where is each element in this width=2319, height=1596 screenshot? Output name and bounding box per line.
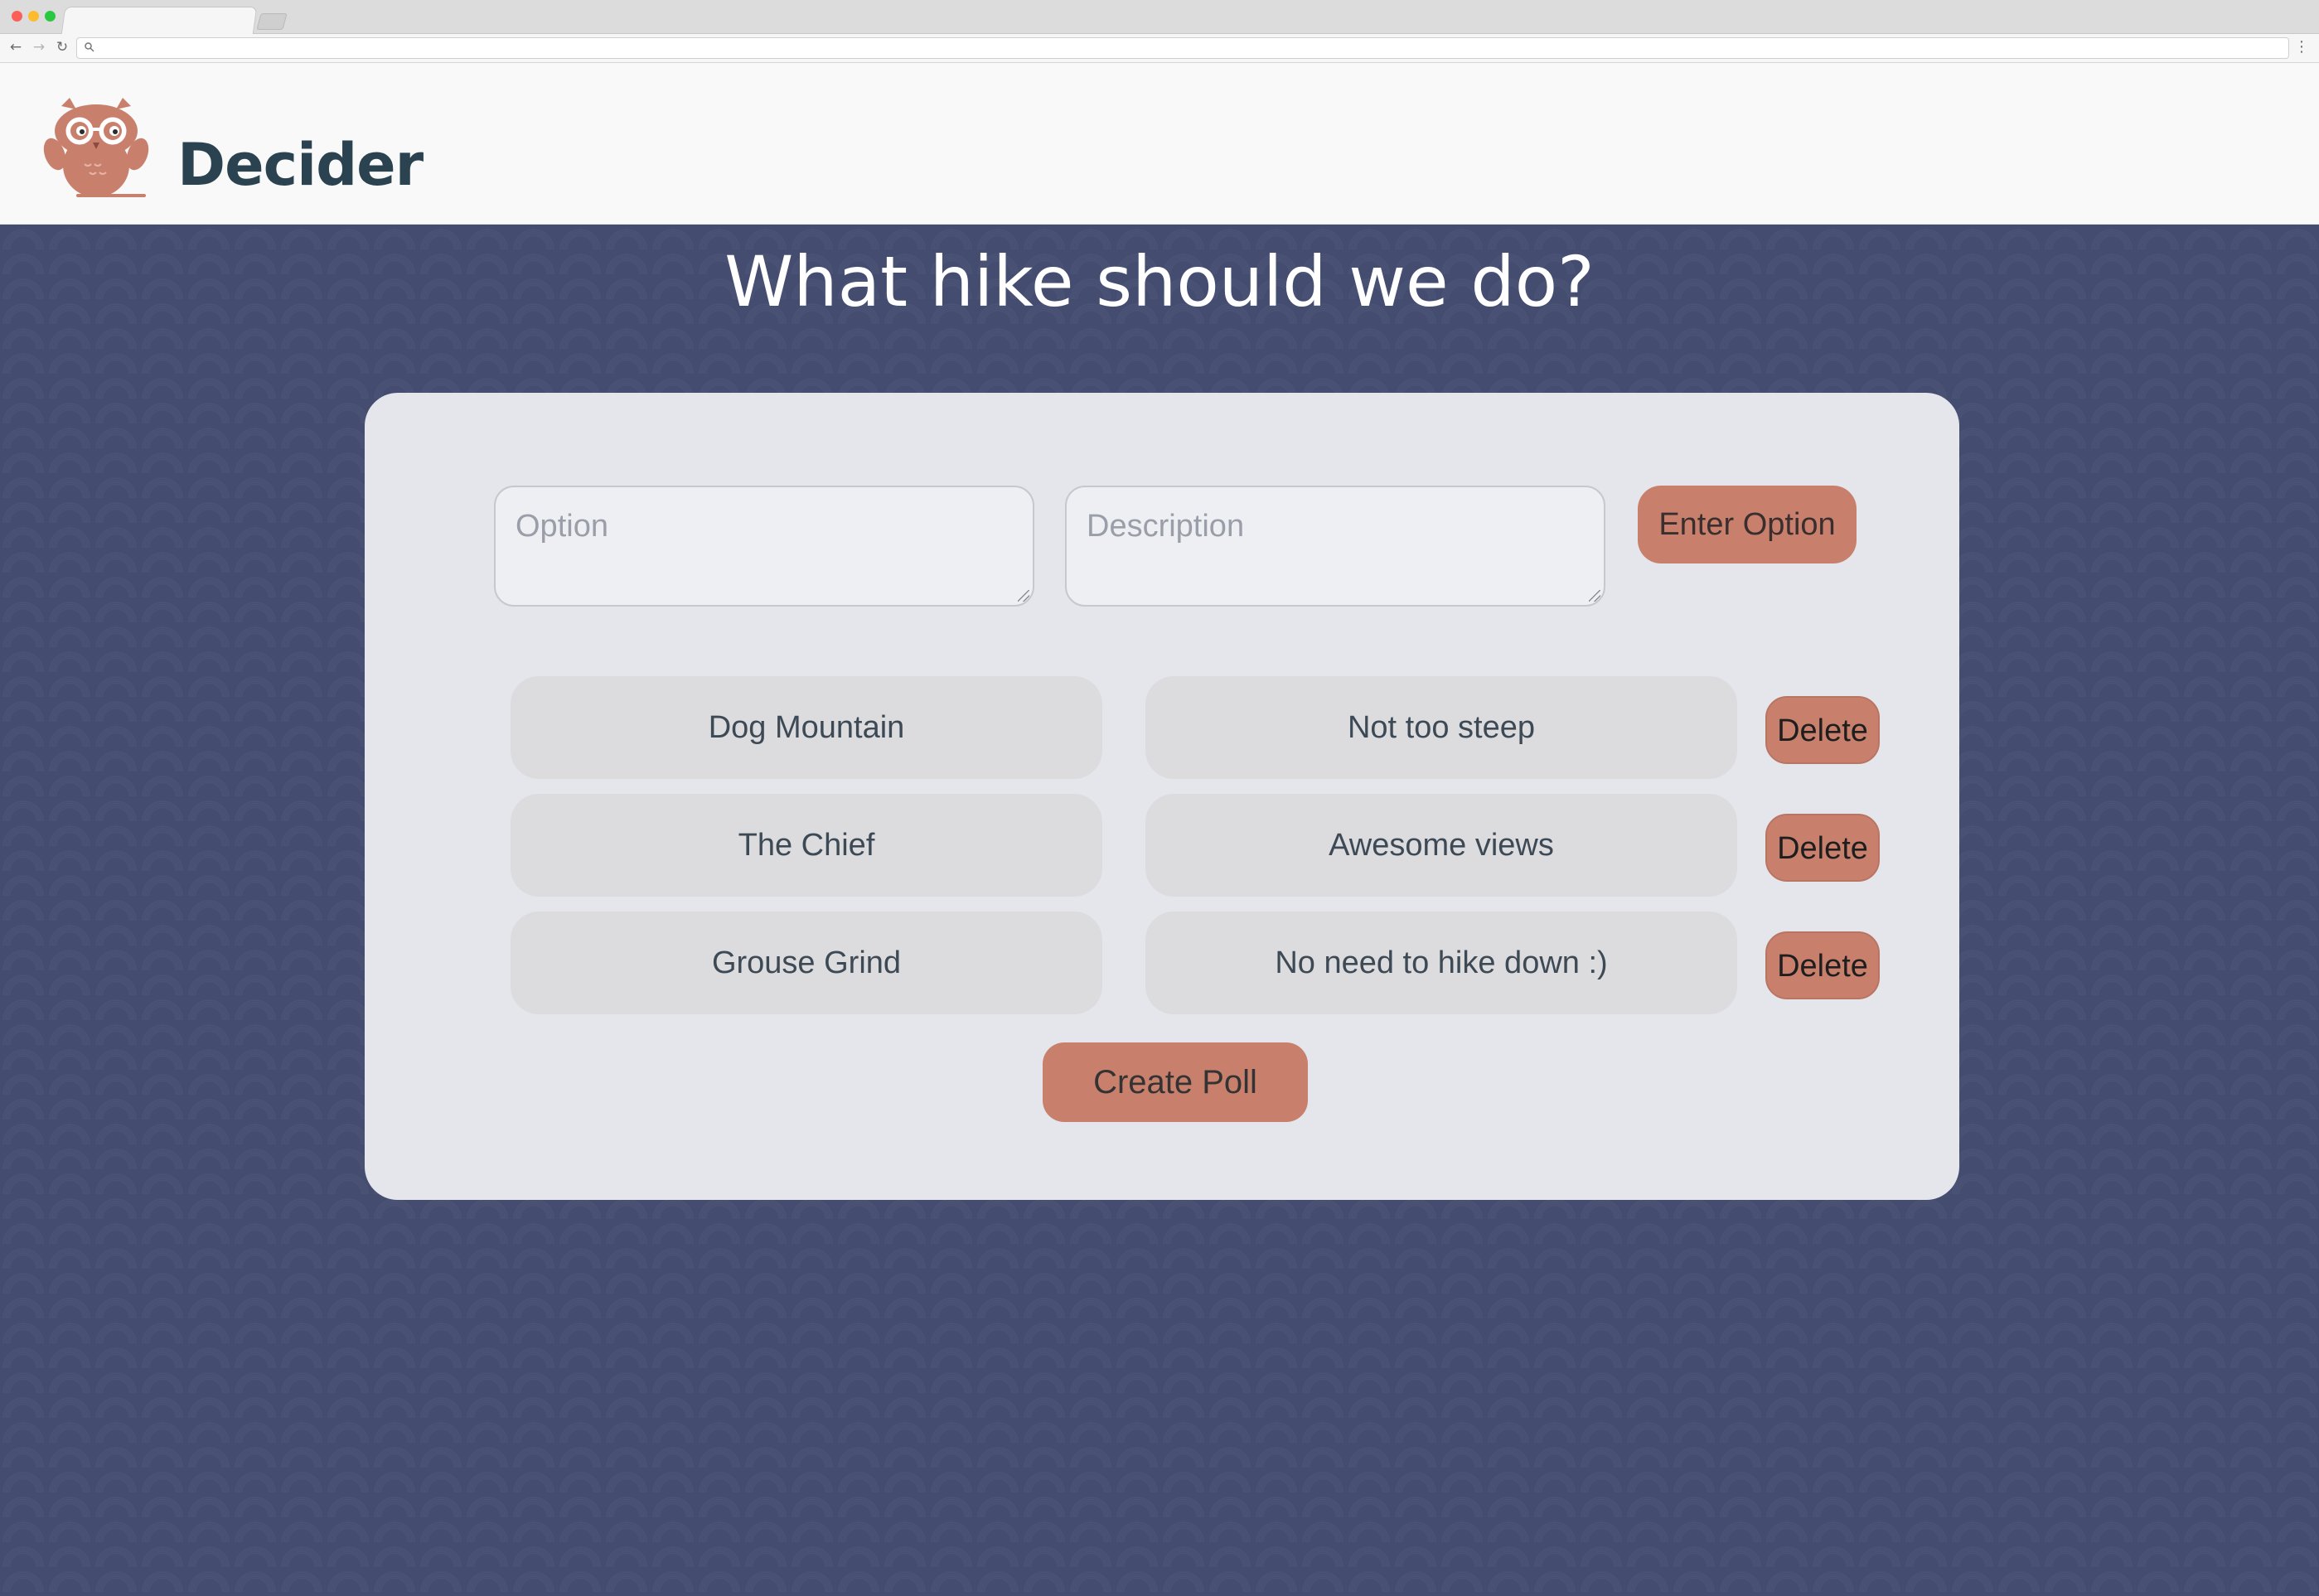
description-placeholder: Description — [1087, 509, 1245, 544]
search-icon — [85, 42, 94, 52]
minimize-window-button[interactable] — [28, 11, 39, 22]
browser-nav-bar: ← → ↻ ⋮ — [0, 34, 2319, 63]
option-input[interactable]: Option — [494, 486, 1034, 607]
brand-name: Decider — [177, 131, 424, 199]
option-placeholder: Option — [516, 509, 608, 544]
forward-arrow-icon[interactable]: → — [30, 38, 48, 56]
maximize-window-button[interactable] — [45, 11, 56, 22]
option-description-cell: Awesome views — [1145, 794, 1737, 897]
browser-tab-bar — [0, 0, 2319, 35]
option-description-cell: Not too steep — [1145, 676, 1737, 779]
close-window-button[interactable] — [12, 11, 22, 22]
option-name-cell: Grouse Grind — [511, 912, 1102, 1014]
resize-handle[interactable] — [1589, 590, 1600, 602]
browser-tab[interactable] — [61, 7, 258, 35]
description-input[interactable]: Description — [1065, 486, 1605, 607]
option-name-cell: Dog Mountain — [511, 676, 1102, 779]
owl-with-glasses-icon — [43, 98, 149, 197]
resize-handle[interactable] — [1018, 590, 1029, 602]
create-poll-button[interactable]: Create Poll — [1043, 1042, 1308, 1122]
new-tab-button[interactable] — [256, 13, 288, 30]
browser-menu-icon[interactable]: ⋮ — [2292, 38, 2311, 56]
delete-button[interactable]: Delete — [1765, 814, 1880, 882]
page-title: What hike should we do? — [724, 241, 1595, 322]
delete-button[interactable]: Delete — [1765, 696, 1880, 764]
enter-option-button[interactable]: Enter Option — [1638, 486, 1857, 563]
app-header: Decider — [0, 63, 2319, 225]
back-arrow-icon[interactable]: ← — [7, 38, 25, 56]
poll-card: Option Description Enter Option Dog Moun… — [365, 393, 1959, 1200]
delete-button[interactable]: Delete — [1765, 931, 1880, 999]
address-bar[interactable] — [76, 37, 2289, 59]
reload-icon[interactable]: ↻ — [53, 38, 71, 56]
option-description-cell: No need to hike down :) — [1145, 912, 1737, 1014]
option-name-cell: The Chief — [511, 794, 1102, 897]
